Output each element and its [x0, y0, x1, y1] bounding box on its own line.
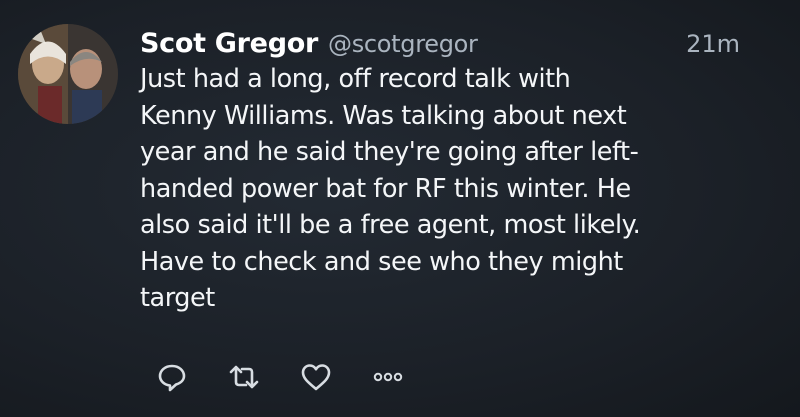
tweet-content: Scot Gregor @scotgregor 21m Just had a l… — [140, 28, 760, 317]
avatar-photo — [18, 24, 118, 124]
heart-icon — [301, 364, 331, 391]
retweet-button[interactable] — [224, 357, 264, 397]
reply-button[interactable] — [152, 357, 192, 397]
retweet-icon — [229, 365, 259, 389]
tweet-header: Scot Gregor @scotgregor 21m — [140, 28, 760, 59]
more-button[interactable] — [368, 357, 408, 397]
tweet-card[interactable]: Scot Gregor @scotgregor 21m Just had a l… — [0, 0, 800, 417]
like-button[interactable] — [296, 357, 336, 397]
more-icon — [373, 372, 403, 382]
tweet-timestamp[interactable]: 21m — [686, 30, 760, 58]
user-handle[interactable]: @scotgregor — [328, 30, 478, 58]
display-name[interactable]: Scot Gregor — [140, 28, 318, 59]
reply-icon — [158, 364, 186, 392]
tweet-actions — [152, 357, 440, 397]
avatar[interactable] — [18, 24, 118, 124]
tweet-text: Just had a long, off record talk with Ke… — [140, 64, 641, 313]
